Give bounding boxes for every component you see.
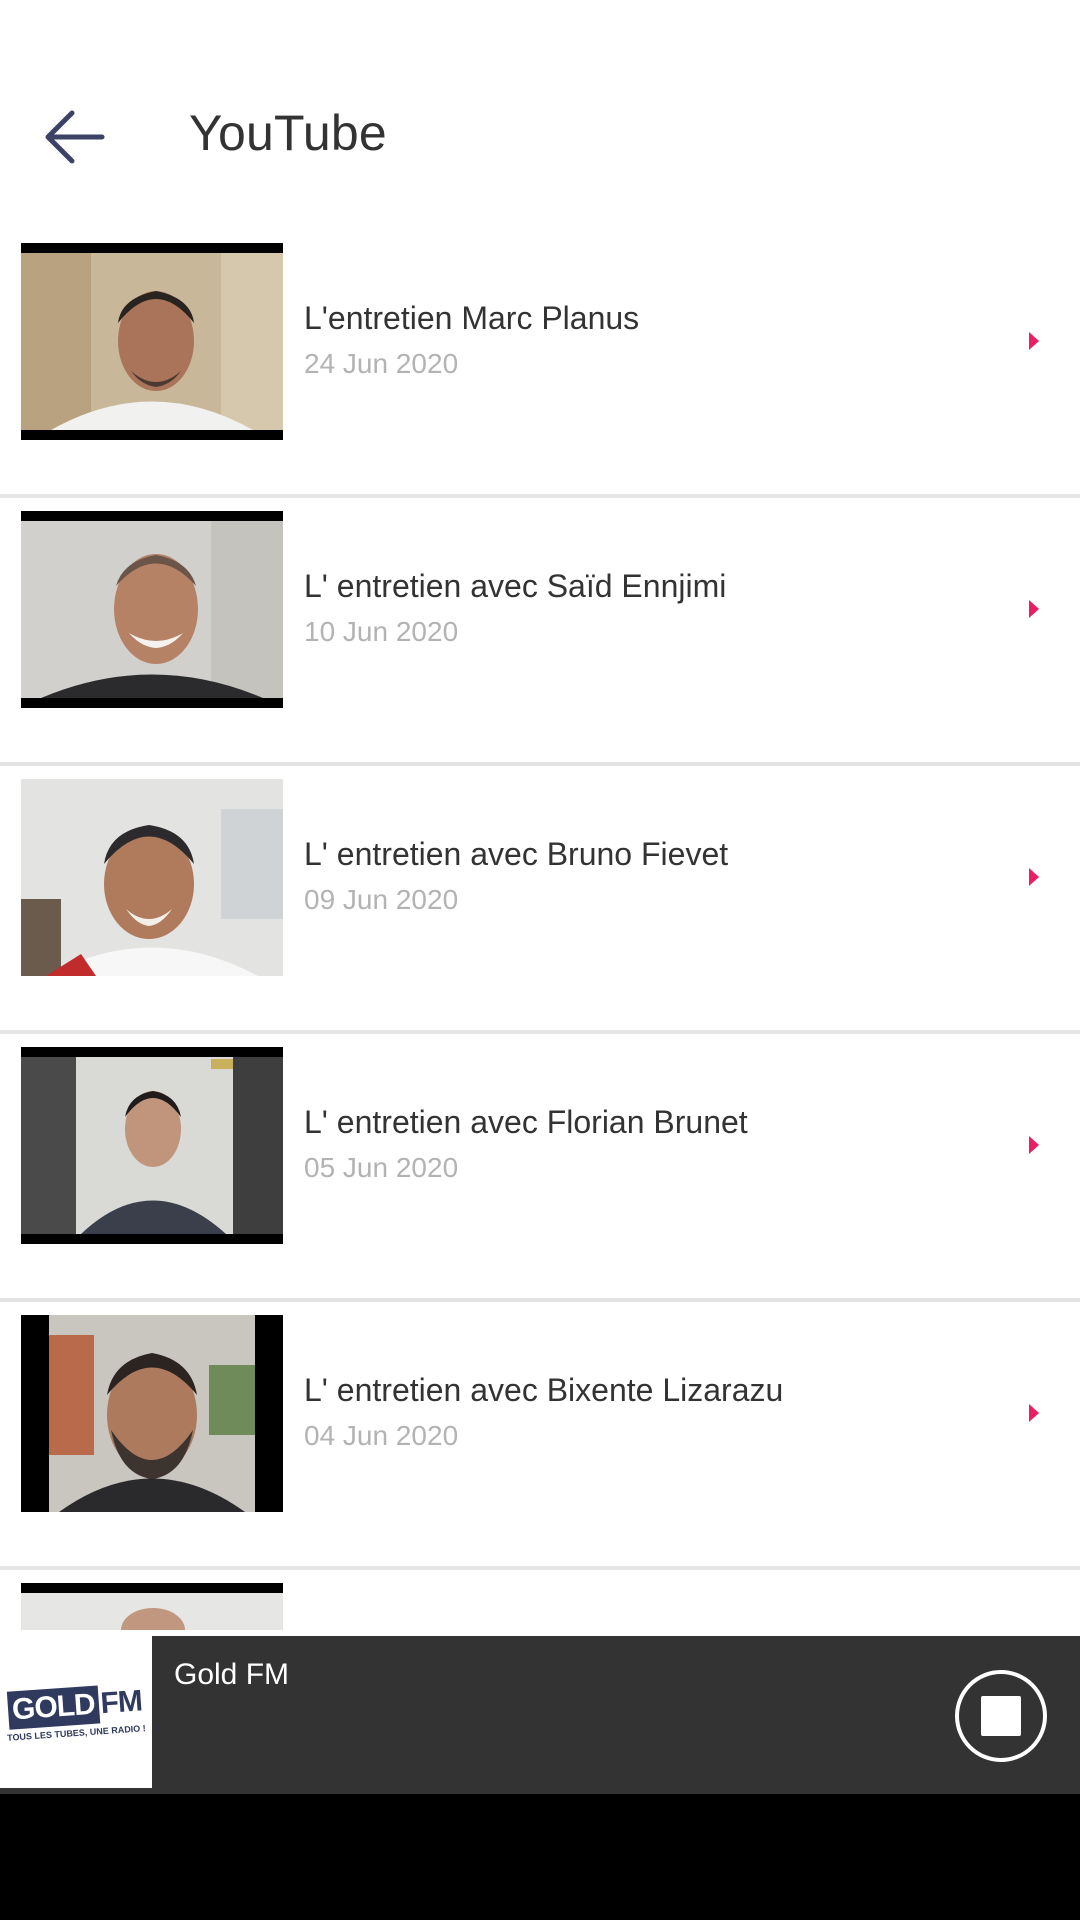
chevron-right-icon <box>1029 1404 1039 1422</box>
page-title: YouTube <box>189 105 387 161</box>
video-thumbnail <box>21 1047 283 1244</box>
video-title: L'entretien Marc Planus <box>304 300 640 336</box>
back-button[interactable] <box>30 96 120 178</box>
video-thumbnail <box>21 243 283 440</box>
video-list-item[interactable]: L' entretien avec Bruno Fievet 09 Jun 20… <box>0 766 1080 1034</box>
video-date: 09 Jun 2020 <box>304 884 459 915</box>
video-date: 05 Jun 2020 <box>304 1152 459 1183</box>
video-title: L' entretien avec Bixente Lizarazu <box>304 1372 784 1408</box>
video-date: 24 Jun 2020 <box>304 348 459 379</box>
video-title: L' entretien avec Bruno Fievet <box>304 836 729 872</box>
video-list-item[interactable]: L' entretien avec Florian Brunet 05 Jun … <box>0 1034 1080 1302</box>
top-app-bar: YouTube <box>0 0 1080 230</box>
chevron-right-icon <box>1029 600 1039 618</box>
video-list: L'entretien Marc Planus 24 Jun 2020 L' e… <box>0 230 1080 1630</box>
video-date: 10 Jun 2020 <box>304 616 459 647</box>
screen: YouTube L'entretien Marc Planus 24 Jun 2… <box>0 0 1080 1920</box>
video-list-item[interactable]: L' entretien avec Saïd Ennjimi 10 Jun 20… <box>0 498 1080 766</box>
video-title: L' entretien avec Florian Brunet <box>304 1104 748 1140</box>
video-thumbnail <box>21 779 283 976</box>
arrow-left-icon <box>45 110 105 164</box>
video-thumbnail <box>21 1315 283 1512</box>
station-logo: GOLD FM TOUS LES TUBES, UNE RADIO ! <box>0 1636 152 1788</box>
video-list-item-partial[interactable] <box>0 1570 1080 1630</box>
video-date: 04 Jun 2020 <box>304 1420 459 1451</box>
video-title: L' entretien avec Saïd Ennjimi <box>304 568 727 604</box>
chevron-right-icon <box>1029 868 1039 886</box>
mini-player[interactable]: GOLD FM TOUS LES TUBES, UNE RADIO ! Gold … <box>0 1636 1080 1794</box>
video-list-item[interactable]: L' entretien avec Bixente Lizarazu 04 Ju… <box>0 1302 1080 1570</box>
stop-icon <box>981 1696 1021 1736</box>
stop-button[interactable] <box>955 1670 1047 1762</box>
video-thumbnail <box>21 511 283 708</box>
system-navigation-bar <box>0 1794 1080 1920</box>
video-list-item[interactable]: L'entretien Marc Planus 24 Jun 2020 <box>0 230 1080 498</box>
video-thumbnail <box>21 1583 283 1630</box>
chevron-right-icon <box>1029 1136 1039 1154</box>
chevron-right-icon <box>1029 332 1039 350</box>
station-name: Gold FM <box>174 1658 290 1691</box>
